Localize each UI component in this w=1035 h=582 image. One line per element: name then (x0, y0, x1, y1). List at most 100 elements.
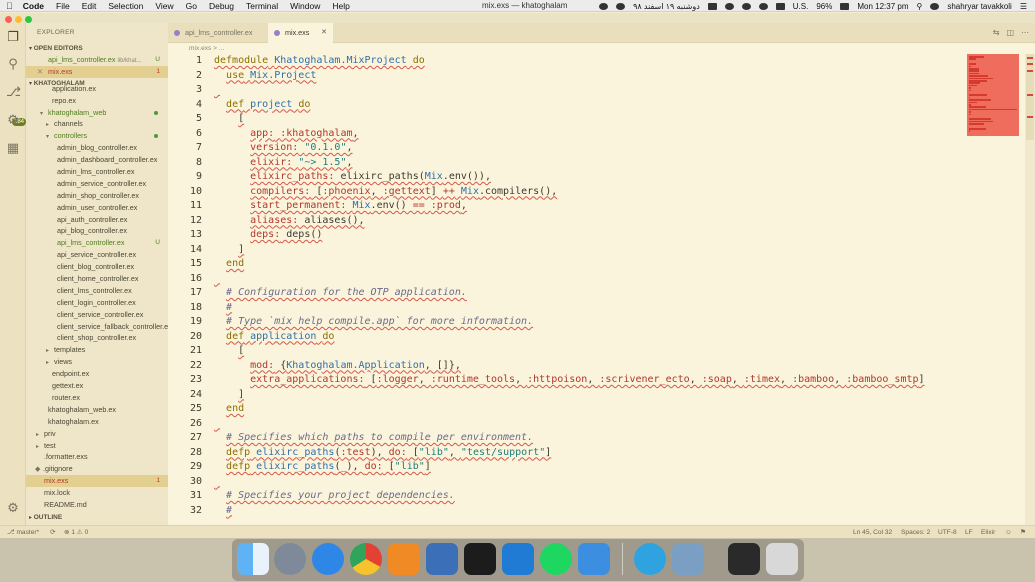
tree-item[interactable]: api_lms_controller.ex U (26, 237, 168, 249)
scanner-icon[interactable] (728, 543, 760, 575)
keyboard-flag-icon[interactable] (775, 2, 785, 10)
code-line[interactable]: ] (214, 388, 964, 403)
source-control-icon[interactable]: ⎇ (6, 85, 21, 99)
minimize-window-button[interactable] (15, 16, 22, 23)
time-machine-icon[interactable] (724, 2, 734, 10)
debug-icon[interactable]: ⚙ (6, 113, 20, 127)
menu-terminal[interactable]: Terminal (246, 1, 278, 11)
search-icon[interactable]: ⚲ (6, 57, 20, 71)
tree-item[interactable]: repo.ex (26, 95, 168, 107)
code-line[interactable]: elixirc_paths: elixirc_paths(Mix.env()), (214, 170, 964, 185)
tree-folder[interactable]: ▾ controllers (26, 130, 168, 142)
chrome-icon[interactable] (350, 543, 382, 575)
wifi-icon[interactable] (758, 2, 768, 10)
tree-folder[interactable]: ▸ views (26, 356, 168, 368)
code-line[interactable]: compilers: [:phoenix, :gettext] ++ Mix.c… (214, 185, 964, 200)
battery-level[interactable]: 96% (816, 2, 832, 11)
tree-item[interactable]: admin_service_controller.ex (26, 178, 168, 190)
code-line[interactable] (214, 417, 964, 432)
tree-folder[interactable]: ▾ khatoghalam_web (26, 107, 168, 119)
tree-item[interactable]: client_shop_controller.ex (26, 332, 168, 344)
tree-item[interactable]: client_service_fallback_controller.ex (26, 321, 168, 333)
menubar-clock[interactable]: Mon 12:37 pm (857, 2, 908, 11)
tree-folder[interactable]: ▸ channels (26, 118, 168, 130)
network-icon[interactable] (426, 543, 458, 575)
menu-file[interactable]: File (56, 1, 70, 11)
tree-folder[interactable]: ▸ priv (26, 428, 168, 440)
finder-icon[interactable] (237, 543, 269, 575)
tree-item[interactable]: admin_blog_controller.ex (26, 142, 168, 154)
vscode-icon[interactable] (502, 543, 534, 575)
code-line[interactable]: # Specifies your project dependencies. (214, 489, 964, 504)
user-avatar-icon[interactable] (930, 2, 940, 10)
xcode-icon[interactable] (578, 543, 610, 575)
code-line[interactable] (214, 272, 964, 287)
tree-item[interactable]: .formatter.exs (26, 451, 168, 463)
outline-header[interactable]: ▸ OUTLINE (26, 512, 168, 523)
code-line[interactable]: use Mix.Project (214, 69, 964, 84)
minimap[interactable] (967, 54, 1019, 136)
code-line[interactable]: mod: {Khatoghalam.Application, []}, (214, 359, 964, 374)
preview-icon[interactable] (672, 543, 704, 575)
explorer-icon[interactable]: ❐ (6, 30, 20, 44)
battery-icon[interactable] (840, 2, 850, 10)
code-line[interactable]: app: :khatoghalam, (214, 127, 964, 142)
terminal-icon[interactable] (464, 543, 496, 575)
compare-icon[interactable]: ⇆ (993, 28, 1000, 37)
code-line[interactable]: # (214, 504, 964, 519)
trash-icon[interactable] (766, 543, 798, 575)
code-line[interactable]: def project do (214, 98, 964, 113)
code-line[interactable]: start_permanent: Mix.env() == :prod, (214, 199, 964, 214)
code-line[interactable]: aliases: aliases(), (214, 214, 964, 229)
tree-item[interactable]: khatoghalam_web.ex (26, 404, 168, 416)
code-line[interactable]: # Configuration for the OTP application. (214, 286, 964, 301)
code-line[interactable]: # Specifies which paths to compile per e… (214, 431, 964, 446)
apple-icon[interactable]:  (6, 1, 13, 11)
tree-item[interactable]: admin_dashboard_controller.ex (26, 154, 168, 166)
close-tab-icon[interactable]: ✕ (321, 23, 327, 43)
menu-go[interactable]: Go (186, 1, 197, 11)
user-name[interactable]: shahryar tavakkoli (947, 2, 1011, 11)
code-line[interactable]: end (214, 257, 964, 272)
more-actions-icon[interactable]: ⋯ (1021, 28, 1029, 37)
tree-item[interactable]: endpoint.ex (26, 368, 168, 380)
vertical-scrollbar[interactable] (1025, 54, 1035, 525)
code-line[interactable] (214, 475, 964, 490)
tree-item[interactable]: client_lms_controller.ex (26, 285, 168, 297)
tree-item[interactable]: gettext.ex (26, 380, 168, 392)
menu-app-name[interactable]: Code (23, 1, 44, 11)
safari-icon[interactable] (312, 543, 344, 575)
spotify-icon[interactable] (540, 543, 572, 575)
tree-item-mix-exs[interactable]: mix.exs 1 (26, 475, 168, 488)
menu-window[interactable]: Window (290, 1, 320, 11)
tree-folder[interactable]: ▸ test (26, 440, 168, 452)
open-editors-header[interactable]: ▾ OPEN EDITORS (26, 43, 168, 54)
books-icon[interactable] (388, 543, 420, 575)
code-line[interactable] (214, 83, 964, 98)
tree-item[interactable]: admin_user_controller.ex (26, 202, 168, 214)
persian-date[interactable]: دوشنبه ۱۹ اسفند ۹۸ (633, 2, 700, 11)
code-line[interactable]: defp elixirc_paths(_), do: ["lib"] (214, 460, 964, 475)
menu-help[interactable]: Help (332, 1, 349, 11)
tab-api-lms-controller[interactable]: api_lms_controller.ex (168, 23, 268, 43)
breadcrumb[interactable]: mix.exs > ... (168, 43, 1035, 54)
code-line[interactable]: defp elixirc_paths(:test), do: ["lib", "… (214, 446, 964, 461)
menu-selection[interactable]: Selection (108, 1, 143, 11)
zoom-window-button[interactable] (25, 16, 32, 23)
code-line[interactable]: # (214, 301, 964, 316)
telegram-icon[interactable] (634, 543, 666, 575)
tree-folder[interactable]: ▸ templates (26, 344, 168, 356)
notification-center-icon[interactable]: ☰ (1020, 2, 1027, 11)
tree-item[interactable]: admin_lms_controller.ex (26, 166, 168, 178)
volume-icon[interactable] (741, 2, 751, 10)
split-editor-icon[interactable]: ◫ (1006, 28, 1014, 37)
code-line[interactable]: deps: deps() (214, 228, 964, 243)
tree-item[interactable]: admin_shop_controller.ex (26, 190, 168, 202)
tree-item[interactable]: client_blog_controller.ex (26, 261, 168, 273)
menu-edit[interactable]: Edit (82, 1, 97, 11)
tree-item[interactable]: client_service_controller.ex (26, 309, 168, 321)
code-line[interactable]: ] (214, 243, 964, 258)
menu-debug[interactable]: Debug (209, 1, 234, 11)
tree-item[interactable]: api_auth_controller.ex (26, 214, 168, 226)
tree-item[interactable]: README.md (26, 499, 168, 511)
